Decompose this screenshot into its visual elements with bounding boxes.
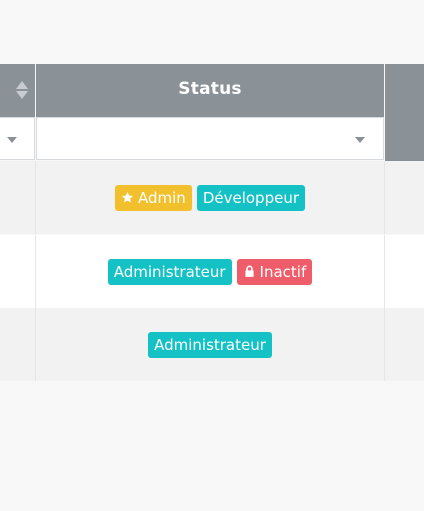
column-header-next[interactable] [385,64,424,161]
filter-dropdown-previous[interactable] [0,117,35,160]
sort-icon[interactable] [15,79,29,101]
badge-label: Admin [138,188,186,207]
table-row[interactable]: Admin Développeur [0,161,424,234]
column-header-previous[interactable] [0,64,35,117]
role-badge-administrateur: Administrateur [107,258,232,285]
role-badge-admin: Admin [115,184,192,211]
column-header-status-label: Status [178,79,242,99]
lock-icon [244,265,254,277]
chevron-down-icon[interactable] [7,137,17,143]
table-row[interactable]: Administrateur Inactif [0,235,424,308]
badge-label: Inactif [259,262,307,281]
role-badge-administrateur: Administrateur [148,331,272,358]
chevron-down-icon[interactable] [355,137,365,143]
status-cell: Administrateur [36,308,384,381]
cell-divider [384,161,385,234]
star-icon [122,191,133,203]
status-filter-dropdown[interactable] [36,117,384,160]
column-header-status[interactable]: Status [36,64,384,117]
badge-label: Administrateur [113,262,226,281]
status-badge-inactif: Inactif [236,258,313,285]
table-row[interactable]: Administrateur [0,308,424,381]
badge-label: Développeur [202,188,299,207]
status-cell: Administrateur Inactif [36,235,384,308]
cell-divider [384,308,385,381]
badge-label: Administrateur [154,335,266,354]
cell-divider [384,235,385,308]
role-badge-developpeur: Développeur [196,184,305,211]
status-cell: Admin Développeur [36,161,384,234]
